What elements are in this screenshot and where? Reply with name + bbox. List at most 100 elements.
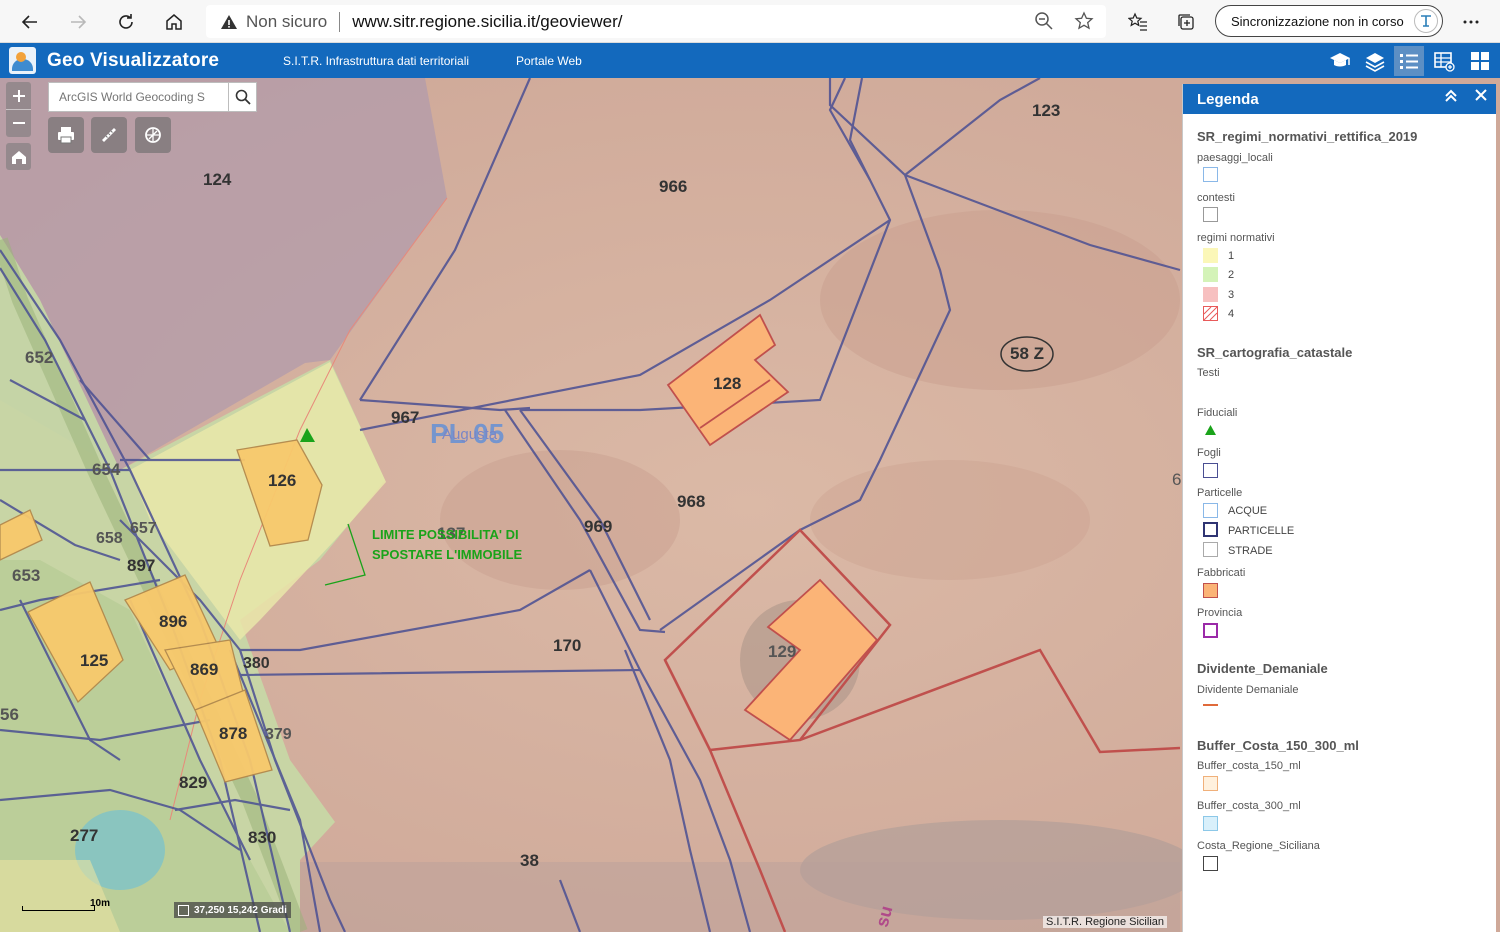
edge-label: 6 [1172,470,1182,489]
minus-icon [12,122,25,124]
search-button[interactable] [228,83,256,111]
table-add-icon [1434,52,1455,72]
legend-symbol [1203,583,1218,598]
parcel-label: 56 [0,705,19,724]
legend-value: ACQUE [1228,505,1268,517]
legend-value: 3 [1228,289,1235,301]
print-button[interactable] [48,117,84,153]
widgets-button[interactable] [1465,46,1495,76]
legend-sublayer: Fogli [1197,447,1221,459]
legend-sublayer: Provincia [1197,607,1243,619]
address-bar[interactable]: Non sicuro www.sitr.regione.sicilia.it/g… [206,5,1106,38]
parcel-label: 170 [553,636,582,655]
refresh-icon [119,14,133,29]
legend-layer-name: SR_cartografia_catastale [1197,345,1353,360]
annotation-text: LIMITE POSSIBILITA' DI [372,527,519,542]
double-chevron-up-icon [1445,89,1457,102]
address-separator [339,11,341,32]
legend-sublayer: Testi [1197,367,1220,379]
legend-layer-name: SR_regimi_normativi_rettifica_2019 [1197,129,1418,144]
legend-button[interactable] [1394,46,1424,76]
about-button[interactable] [1325,46,1355,76]
portale-web-link[interactable]: Portale Web [516,54,582,68]
zoom-in-button[interactable] [6,82,31,109]
default-extent-button[interactable] [6,143,31,170]
legend-sublayer: Buffer_costa_150_ml [1197,760,1301,772]
coordinates-display[interactable]: 37,250 15,242 Gradi [174,902,291,918]
legend-symbol [1203,267,1218,282]
legend-value: 1 [1228,250,1235,262]
back-button[interactable] [14,6,46,38]
favorites-button[interactable] [1122,6,1154,38]
parcel-label: 830 [248,828,277,847]
url-text: www.sitr.regione.sicilia.it/geoviewer/ [352,11,623,31]
star-icon[interactable] [1074,11,1094,31]
close-button[interactable] [1475,88,1487,106]
legend-symbol [1203,167,1218,182]
parcel-label: 869 [190,660,219,679]
draw-button[interactable] [135,117,171,153]
collapse-button[interactable] [1444,89,1458,106]
legend-symbol [1203,423,1218,438]
legend-panel: Legenda SR_regimi_normativi_rettifica_20… [1182,84,1496,932]
search-icon [235,89,251,105]
legend-header: Legenda [1183,84,1496,114]
legend-sublayer: contesti [1197,192,1235,204]
search-input[interactable] [49,83,229,111]
parcel-label: 125 [80,651,109,670]
sync-label: Sincronizzazione non in corso [1231,13,1404,29]
forward-icon [71,15,87,29]
layers-icon [1365,53,1385,72]
collections-button[interactable] [1170,6,1202,38]
legend-icon [1400,54,1418,69]
legend-value: PARTICELLE [1228,525,1295,537]
plus-icon [12,89,25,102]
legend-symbol [1203,816,1218,831]
place-label: Augusta [442,426,498,443]
zoom-out-button[interactable] [6,109,31,136]
parcel-label: 277 [70,826,99,845]
grid-icon [1471,52,1489,70]
sync-button[interactable]: Sincronizzazione non in corso [1215,5,1443,37]
parcel-label: 654 [92,460,121,479]
parcel-label: 878 [219,724,248,743]
zoom-icon[interactable] [1034,11,1054,31]
parcel-label: 380 [243,655,270,672]
sitr-link[interactable]: S.I.T.R. Infrastruttura dati territorial… [283,54,469,68]
scale-bar [22,906,95,911]
browser-toolbar: Non sicuro www.sitr.regione.sicilia.it/g… [0,0,1500,43]
parcel-label: 657 [130,520,157,537]
legend-symbol [1203,248,1218,263]
close-icon [1475,89,1487,101]
refresh-button[interactable] [110,6,142,38]
legend-sublayer: Fiduciali [1197,407,1238,419]
more-button[interactable] [1455,6,1487,38]
parcel-label: 58 Z [1010,344,1045,363]
add-data-button[interactable] [1429,46,1459,76]
legend-sublayer: regimi normativi [1197,232,1275,244]
security-label: Non sicuro [246,11,328,31]
parcel-label: 829 [179,773,208,792]
parcel-label: 129 [768,642,797,661]
legend-value: STRADE [1228,545,1273,557]
parcel-label: 124 [203,170,232,189]
parcel-label: 966 [659,177,688,196]
legend-symbol [1203,704,1218,706]
legend-sublayer: Fabbricati [1197,567,1246,579]
home-button[interactable] [158,6,190,38]
forward-button[interactable] [62,6,94,38]
legend-value: 2 [1228,269,1235,281]
app-header: Geo Visualizzatore S.I.T.R. Infrastruttu… [0,43,1500,78]
parcel-label: 128 [713,374,742,393]
app-logo [9,47,36,74]
legend-symbol [1203,856,1218,871]
legend-symbol [1203,503,1218,518]
layers-button[interactable] [1360,46,1390,76]
measure-button[interactable] [91,117,127,153]
legend-symbol [1203,207,1218,222]
legend-symbol [1203,463,1218,478]
app-title: Geo Visualizzatore [47,50,220,71]
parcel-label: 123 [1032,101,1061,120]
coordinates-text: 37,250 15,242 Gradi [194,904,287,916]
avatar [1414,9,1438,33]
